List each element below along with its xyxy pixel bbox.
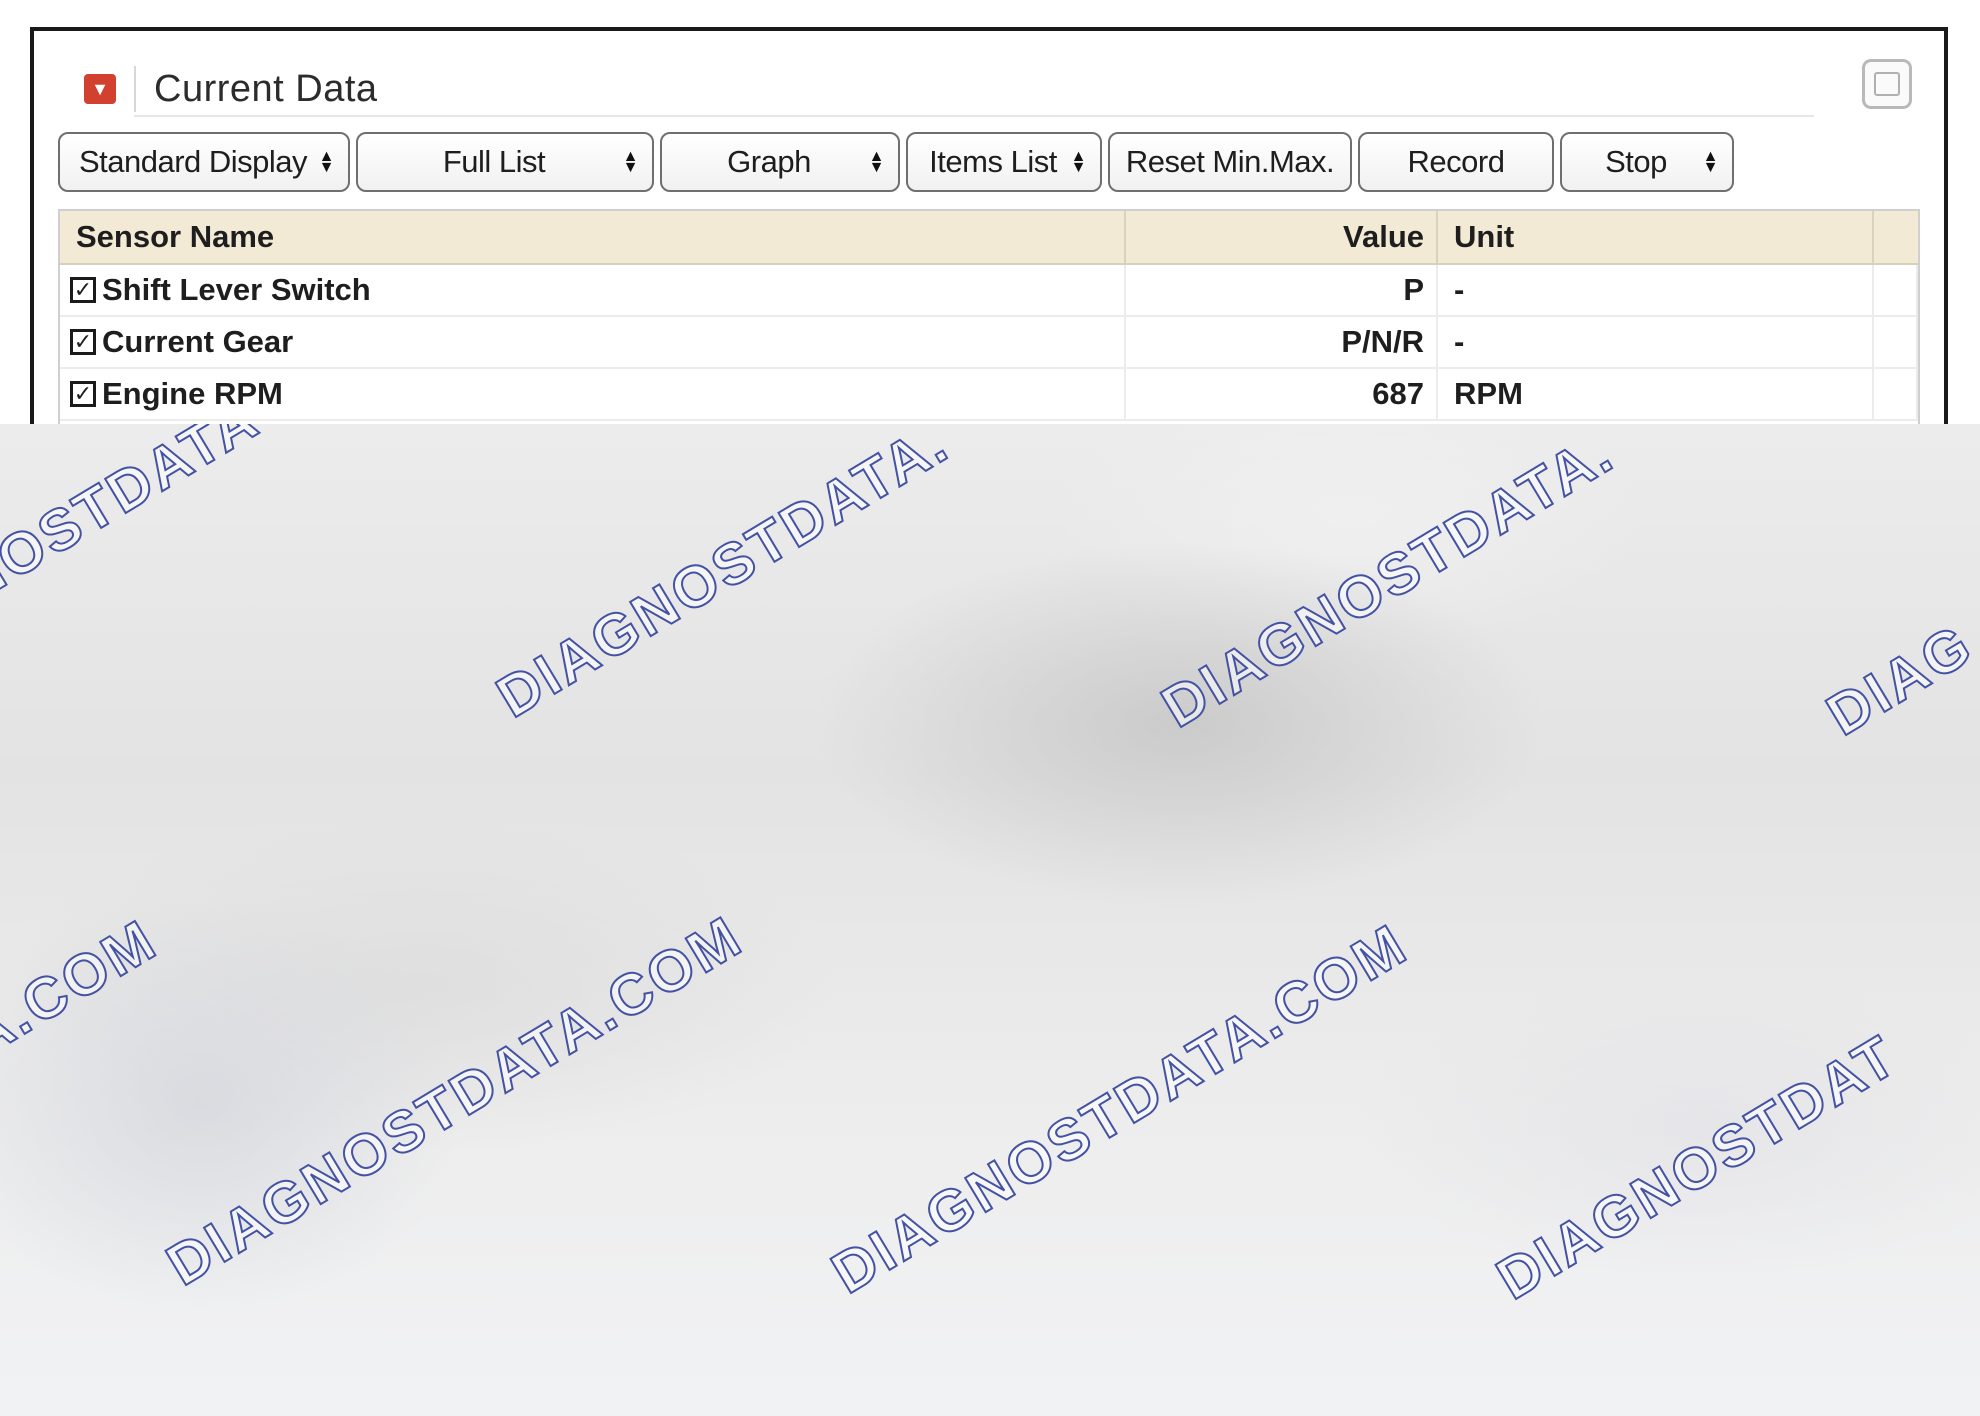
updown-arrow-icon: ▲ ▼ — [1070, 148, 1087, 176]
sensor-name-cell: ✓ Engine RPM — [60, 369, 1126, 419]
reset-min-max-button[interactable]: Reset Min.Max. — [1108, 132, 1352, 192]
standard-display-dropdown[interactable]: Standard Display ▲ ▼ — [58, 132, 350, 192]
sensor-unit: - — [1438, 265, 1874, 315]
row-checkbox[interactable]: ✓ — [70, 381, 96, 407]
watermark-text: DIAG — [1815, 611, 1980, 750]
toolbar: Standard Display ▲ ▼ Full List ▲ ▼ Graph ▲… — [58, 132, 1734, 194]
table-row[interactable]: ✓ Shift Lever Switch P - — [60, 265, 1918, 317]
row-spacer — [1874, 317, 1918, 367]
sensor-unit: RPM — [1438, 369, 1874, 419]
watermark-text: GNOSTDATA — [0, 424, 271, 641]
stop-dropdown[interactable]: Stop ▲ ▼ — [1560, 132, 1734, 192]
table-row[interactable]: ✓ Current Gear P/N/R - — [60, 317, 1918, 369]
updown-arrow-icon: ▲ ▼ — [868, 148, 885, 176]
watermark-text: DIAGNOSTDATA.COM — [820, 911, 1420, 1308]
stop-label: Stop — [1605, 144, 1667, 179]
panel-title: Current Data — [154, 67, 378, 110]
sensor-name: Shift Lever Switch — [102, 272, 371, 307]
full-list-label: Full List — [442, 144, 546, 179]
record-label: Record — [1407, 144, 1505, 179]
sensor-value: P — [1126, 265, 1438, 315]
watermark-text: DIAGNOSTDATA.COM — [155, 903, 755, 1300]
panel-header: ▼ Current Data — [84, 61, 378, 117]
watermark-text: DIAGNOSTDAT — [1485, 1022, 1910, 1314]
items-list-label: Items List — [929, 144, 1057, 179]
sensor-value: 687 — [1126, 369, 1438, 419]
maximize-icon — [1874, 72, 1900, 96]
updown-arrow-icon: ▲ ▼ — [318, 148, 335, 176]
screenshot-page: ▼ Current Data Standard Display ▲ ▼ Full … — [0, 0, 1980, 1416]
table-row[interactable]: ✓ Engine RPM 687 RPM — [60, 369, 1918, 421]
updown-arrow-icon: ▲ ▼ — [1702, 148, 1719, 176]
maximize-button[interactable] — [1862, 59, 1912, 109]
column-header-sensor-name[interactable]: Sensor Name — [60, 211, 1126, 263]
sensor-value: P/N/R — [1126, 317, 1438, 367]
column-header-unit[interactable]: Unit — [1438, 211, 1874, 263]
header-separator — [134, 66, 136, 112]
watermark-text: DIAGNOSTDATA. — [1150, 424, 1626, 741]
reset-min-max-label: Reset Min.Max. — [1125, 144, 1335, 179]
sensor-name-cell: ✓ Current Gear — [60, 317, 1126, 367]
items-list-dropdown[interactable]: Items List ▲ ▼ — [906, 132, 1102, 192]
updown-arrow-icon: ▲ ▼ — [622, 148, 639, 176]
header-divider — [134, 115, 1814, 117]
row-checkbox[interactable]: ✓ — [70, 329, 96, 355]
full-list-dropdown[interactable]: Full List ▲ ▼ — [356, 132, 654, 192]
row-spacer — [1874, 265, 1918, 315]
watermark-area: GNOSTDATA DIAGNOSTDATA. DIAGNOSTDATA. DI… — [0, 424, 1980, 1416]
column-header-spacer — [1874, 211, 1918, 263]
sensor-unit: - — [1438, 317, 1874, 367]
graph-label: Graph — [727, 144, 811, 179]
sensor-name: Engine RPM — [102, 376, 283, 411]
collapse-icon[interactable]: ▼ — [84, 74, 116, 104]
sensor-name-cell: ✓ Shift Lever Switch — [60, 265, 1126, 315]
watermark-text: DIAGNOSTDATA. — [485, 424, 961, 731]
current-data-panel: ▼ Current Data Standard Display ▲ ▼ Full … — [30, 27, 1948, 487]
column-header-value[interactable]: Value — [1126, 211, 1438, 263]
standard-display-label: Standard Display — [78, 144, 308, 179]
row-spacer — [1874, 369, 1918, 419]
record-button[interactable]: Record — [1358, 132, 1554, 192]
sensor-name: Current Gear — [102, 324, 294, 359]
watermark-text: A.COM — [0, 906, 169, 1071]
graph-dropdown[interactable]: Graph ▲ ▼ — [660, 132, 900, 192]
row-checkbox[interactable]: ✓ — [70, 277, 96, 303]
table-header: Sensor Name Value Unit — [60, 211, 1918, 265]
